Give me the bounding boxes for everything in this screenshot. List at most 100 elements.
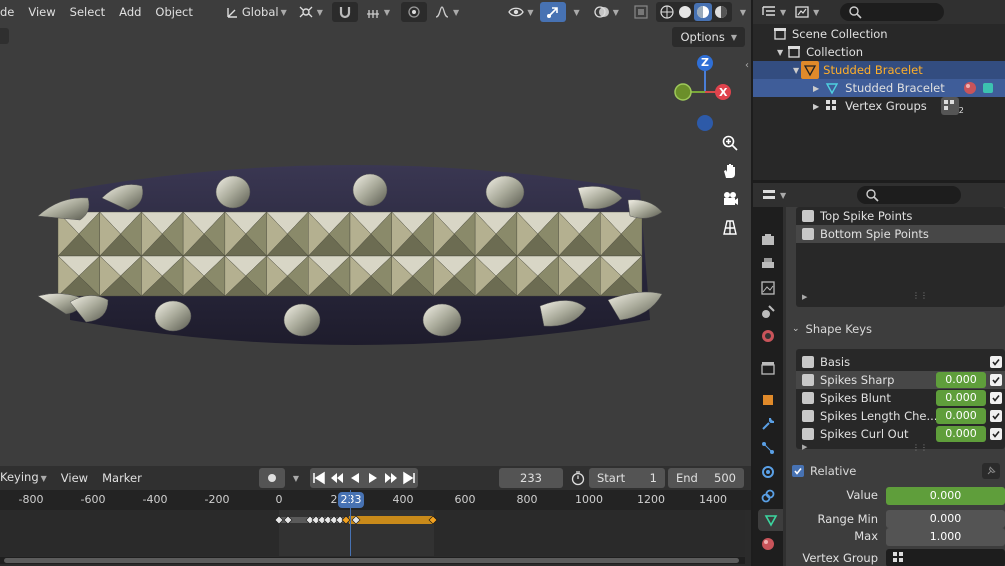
list-resize-handle[interactable]: ⋮⋮ xyxy=(912,443,928,452)
shape-key-checkbox[interactable] xyxy=(990,356,1002,368)
jump-start-icon[interactable] xyxy=(310,469,328,487)
snap-toggle[interactable] xyxy=(331,2,358,22)
vertex-group-item[interactable]: Bottom Spie Points xyxy=(796,225,1005,243)
pivot-point-button[interactable]: ▼ xyxy=(293,2,327,22)
outliner-row-collection[interactable]: ▼ Collection xyxy=(753,43,1005,61)
xray-toggle[interactable] xyxy=(628,2,654,22)
stopwatch-icon[interactable] xyxy=(569,469,587,487)
tab-material[interactable] xyxy=(756,533,780,555)
outliner-row-scene-collection[interactable]: Scene Collection xyxy=(753,25,1005,43)
toolbar-toggle[interactable] xyxy=(0,28,9,44)
vertex-groups-list[interactable]: Top Spike Points Bottom Spie Points ▶ ⋮⋮ xyxy=(796,207,1005,307)
play-icon[interactable] xyxy=(364,469,382,487)
pin-icon[interactable] xyxy=(982,463,1000,479)
proportional-edit-toggle[interactable] xyxy=(401,2,428,22)
playhead-indicator[interactable]: 233 xyxy=(338,492,364,508)
menu-view[interactable]: View xyxy=(21,0,62,24)
expand-arrow-icon[interactable]: ▼ xyxy=(777,48,783,57)
keying-set-dropdown[interactable]: ▼ xyxy=(287,468,303,488)
shape-key-value[interactable]: 0.000 xyxy=(936,426,986,442)
max-field[interactable]: 1.000 xyxy=(886,528,1005,546)
tab-world[interactable] xyxy=(756,325,780,347)
scrollbar-thumb[interactable] xyxy=(4,558,739,563)
pan-button[interactable] xyxy=(717,158,743,184)
camera-view-button[interactable] xyxy=(717,186,743,212)
menu-select[interactable]: Select xyxy=(63,0,112,24)
shape-key-item[interactable]: Basis xyxy=(796,353,1005,371)
3d-viewport[interactable]: de View Select Add Object Global ▼ ▼ ▼ ▼… xyxy=(0,0,751,466)
properties-editor-type-dropdown[interactable]: ▼ xyxy=(760,185,786,205)
range-min-field[interactable]: 0.000 xyxy=(886,510,1005,528)
properties-search-input[interactable] xyxy=(857,186,962,204)
menu-timeline-view[interactable]: View xyxy=(54,466,95,490)
shape-key-item[interactable]: Spikes Blunt 0.000 xyxy=(796,389,1005,407)
start-frame-field[interactable]: Start 1 xyxy=(589,468,665,488)
editor-type-dropdown[interactable]: ▼ xyxy=(760,2,786,22)
timeline-editor[interactable]: Keying ▼ View Marker ▼ 233 Start 1 End 50… xyxy=(0,466,751,566)
zoom-button[interactable] xyxy=(717,130,743,156)
menu-keying[interactable]: Keying ▼ xyxy=(0,465,54,491)
shape-key-checkbox[interactable] xyxy=(990,392,1002,404)
tab-collection[interactable] xyxy=(756,357,780,379)
outliner-row-studded-bracelet-object[interactable]: ▼ Studded Bracelet xyxy=(753,61,1005,79)
shape-key-checkbox[interactable] xyxy=(990,410,1002,422)
auto-keying-toggle[interactable] xyxy=(258,468,285,488)
shape-key-value[interactable]: 0.000 xyxy=(936,372,986,388)
keyframe-diamonds[interactable] xyxy=(272,512,442,528)
sidebar-collapse-arrow[interactable]: ‹ xyxy=(745,60,749,71)
rendered-shading-icon[interactable] xyxy=(712,3,730,21)
vertex-group-field[interactable] xyxy=(886,549,1005,566)
shape-keys-panel-header[interactable]: ⌄ Shape Keys xyxy=(786,317,1005,341)
options-dropdown[interactable]: Options ▼ xyxy=(672,27,745,47)
falloff-dropdown[interactable]: ▼ xyxy=(429,2,463,22)
expand-arrow-icon[interactable]: ▼ xyxy=(793,66,799,75)
menu-object[interactable]: Object xyxy=(148,0,199,24)
studded-bracelet-mesh[interactable] xyxy=(30,150,670,360)
shape-key-item[interactable]: Spikes Curl Out 0.000 xyxy=(796,425,1005,443)
tab-object[interactable] xyxy=(756,389,780,411)
menu-mode[interactable]: de xyxy=(0,0,21,24)
shape-key-item[interactable]: Spikes Sharp 0.000 xyxy=(796,371,1005,389)
keyframe-area[interactable] xyxy=(0,490,745,556)
tab-mesh-data[interactable] xyxy=(758,509,783,531)
shape-key-checkbox[interactable] xyxy=(990,374,1002,386)
shading-modes[interactable] xyxy=(655,2,732,22)
outliner-row-vertex-groups[interactable]: ▶ Vertex Groups 2 xyxy=(753,97,1005,115)
play-reverse-icon[interactable] xyxy=(346,469,364,487)
modifier-icon[interactable] xyxy=(979,79,997,97)
tab-render[interactable] xyxy=(756,229,780,251)
outliner-search-input[interactable] xyxy=(840,3,945,21)
perspective-toggle-button[interactable] xyxy=(717,214,743,240)
menu-add[interactable]: Add xyxy=(112,0,148,24)
relative-checkbox[interactable] xyxy=(792,465,804,477)
tab-output[interactable] xyxy=(756,253,780,275)
shape-key-item[interactable]: Spikes Length Che... 0.000 xyxy=(796,407,1005,425)
list-expand-arrow-icon[interactable]: ▶ xyxy=(802,443,807,451)
tab-physics[interactable] xyxy=(756,461,780,483)
outliner-row-studded-bracelet-mesh[interactable]: ▶ Studded Bracelet xyxy=(753,79,1005,97)
current-frame-field[interactable]: 233 xyxy=(499,468,563,488)
material-icon[interactable] xyxy=(961,79,979,97)
tab-particles[interactable] xyxy=(756,437,780,459)
visibility-dropdown[interactable]: ▼ xyxy=(503,2,537,22)
material-shading-icon[interactable] xyxy=(693,3,712,21)
tab-constraints[interactable] xyxy=(756,485,780,507)
value-slider[interactable]: 0.000 xyxy=(886,487,1005,505)
solid-shading-icon[interactable] xyxy=(676,3,694,21)
tab-scene[interactable] xyxy=(756,301,780,323)
gizmo-toggle[interactable] xyxy=(539,2,566,22)
shape-key-checkbox[interactable] xyxy=(990,428,1002,440)
tab-view-layer[interactable] xyxy=(756,277,780,299)
relative-checkbox-row[interactable]: Relative xyxy=(792,463,856,479)
properties-editor[interactable]: ▼ Top Spike Points Bottom Spie Points ▶ … xyxy=(753,183,1005,566)
expand-arrow-icon[interactable]: ▶ xyxy=(813,102,819,111)
gizmo-dropdown[interactable]: ▼ xyxy=(568,2,584,22)
expand-arrow-icon[interactable]: ▶ xyxy=(813,84,819,93)
shape-key-value[interactable]: 0.000 xyxy=(936,408,986,424)
next-keyframe-icon[interactable] xyxy=(382,469,400,487)
timeline-scrollbar[interactable] xyxy=(0,557,745,564)
overlays-toggle[interactable]: ▼ xyxy=(589,2,623,22)
list-resize-handle[interactable]: ⋮⋮ xyxy=(912,291,928,300)
display-mode-dropdown[interactable]: ▼ xyxy=(793,2,819,22)
shape-key-value[interactable]: 0.000 xyxy=(936,390,986,406)
